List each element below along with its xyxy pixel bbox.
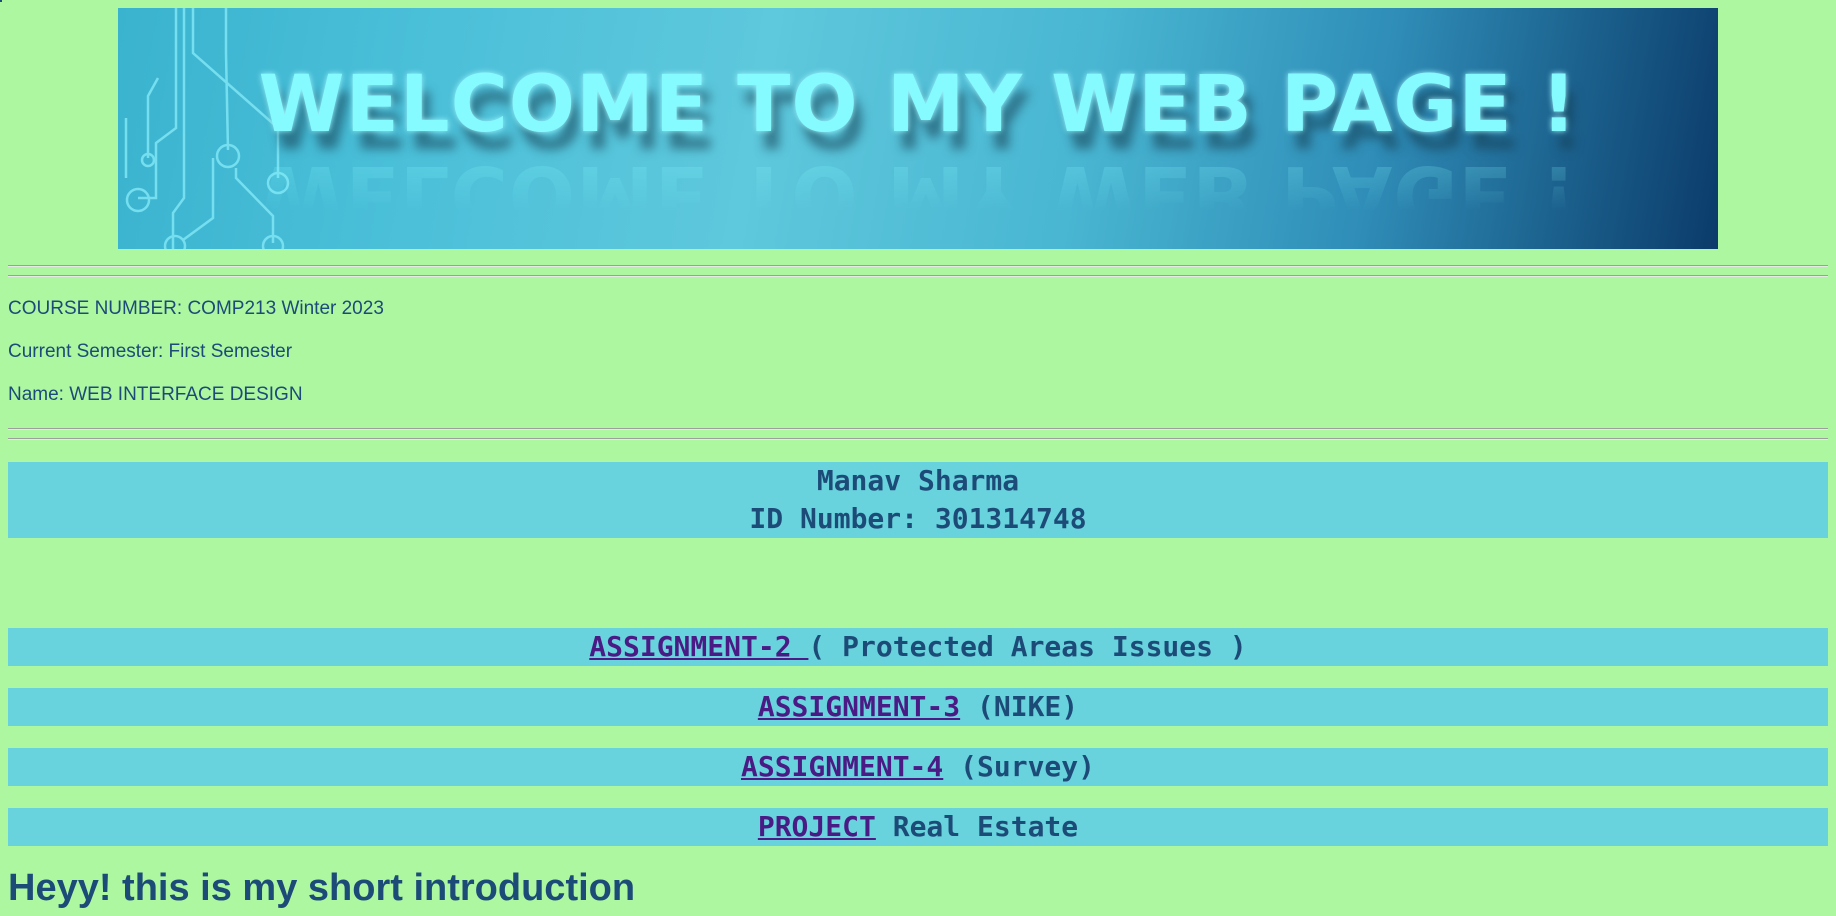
banner-container: WELCOME TO MY WEB PAGE ! WELCOME TO MY W… — [8, 8, 1828, 249]
horizontal-rule — [8, 438, 1828, 440]
course-number-line: COURSE NUMBER: COMP213 Winter 2023 — [8, 298, 384, 319]
assignment-3-row: ASSIGNMENT-3 (NIKE) — [8, 688, 1828, 726]
project-description: Real Estate — [875, 810, 1079, 843]
assignment-2-link[interactable]: ASSIGNMENT-2 — [589, 630, 808, 663]
assignment-4-row: ASSIGNMENT-4 (Survey) — [8, 748, 1828, 786]
introduction-heading: Heyy! this is my short introduction — [8, 867, 636, 909]
course-info: COURSE NUMBER: COMP213 Winter 2023 Curre… — [8, 277, 1828, 406]
project-link[interactable]: PROJECT — [758, 810, 876, 843]
divider-middle — [8, 428, 1828, 440]
student-banner: Manav Sharma ID Number: 301314748 — [8, 462, 1828, 538]
assignment-2-description: ( Protected Areas Issues ) — [808, 630, 1247, 663]
banner-title: WELCOME TO MY WEB PAGE ! — [258, 60, 1578, 150]
welcome-banner-image: WELCOME TO MY WEB PAGE ! WELCOME TO MY W… — [118, 8, 1718, 249]
student-id: ID Number: 301314748 — [749, 502, 1087, 535]
assignment-4-description: (Survey) — [943, 750, 1095, 783]
horizontal-rule — [8, 265, 1828, 267]
assignment-2-row: ASSIGNMENT-2 ( Protected Areas Issues ) — [8, 628, 1828, 666]
assignment-3-link[interactable]: ASSIGNMENT-3 — [758, 690, 960, 723]
divider-top — [8, 265, 1828, 277]
assignment-4-link[interactable]: ASSIGNMENT-4 — [741, 750, 943, 783]
semester-line: Current Semester: First Semester — [8, 341, 293, 362]
horizontal-rule — [8, 428, 1828, 430]
assignment-3-description: (NIKE) — [960, 690, 1079, 723]
course-name-line: Name: WEB INTERFACE DESIGN — [8, 384, 303, 405]
assignment-links: ASSIGNMENT-2 ( Protected Areas Issues ) … — [8, 628, 1828, 846]
project-row: PROJECT Real Estate — [8, 808, 1828, 846]
banner-title-reflection: WELCOME TO MY WEB PAGE ! — [258, 148, 1578, 238]
student-name: Manav Sharma — [816, 464, 1020, 497]
page-content: WELCOME TO MY WEB PAGE ! WELCOME TO MY W… — [0, 0, 1836, 916]
corner-mark — [0, 0, 2, 2]
